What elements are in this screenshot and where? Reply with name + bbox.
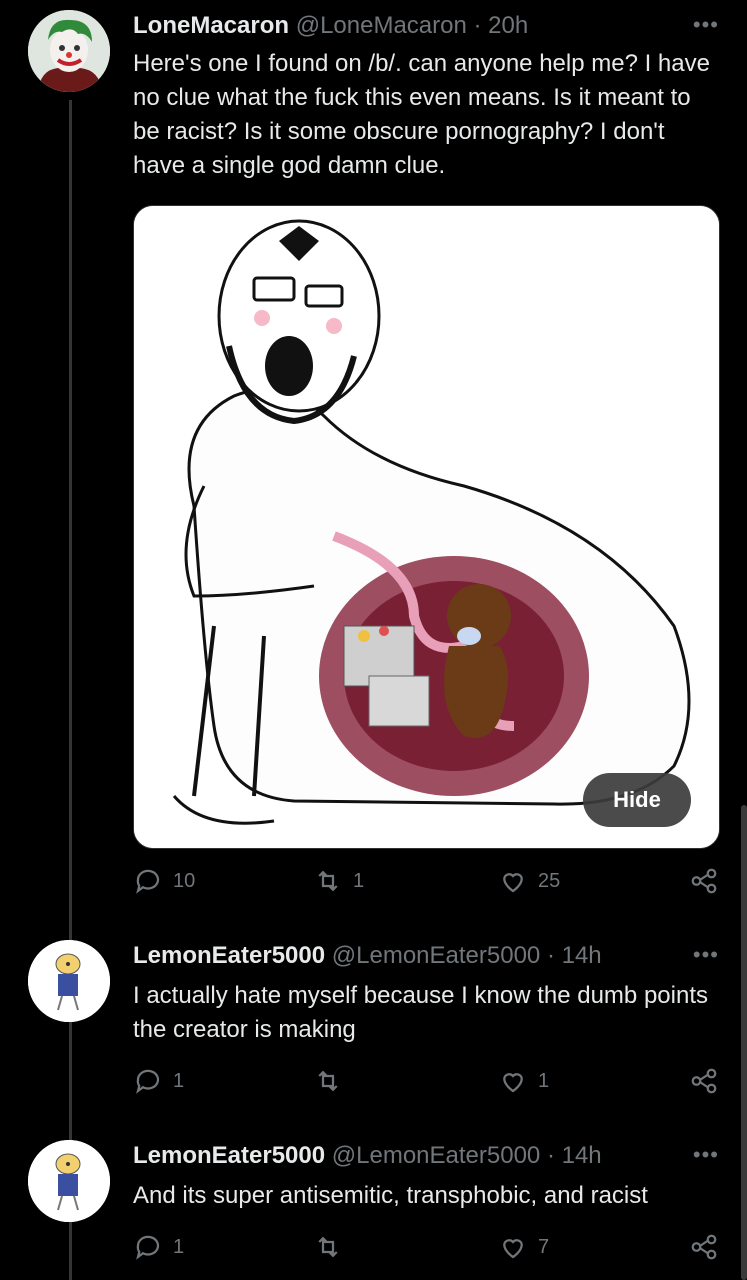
reply-icon xyxy=(136,1235,160,1260)
avatar[interactable] xyxy=(28,1140,110,1222)
tweet-text: And its super antisemitic, transphobic, … xyxy=(133,1182,648,1209)
doodle-avatar-image xyxy=(28,940,110,1022)
thread-line xyxy=(69,100,72,940)
retweet-button[interactable] xyxy=(313,1232,353,1262)
reply-icon xyxy=(136,869,160,894)
retweet-button[interactable]: 1 xyxy=(313,866,364,896)
heart-icon xyxy=(503,1073,523,1093)
reply-count: 1 xyxy=(173,1235,185,1258)
tweet-actions: 1 7 xyxy=(133,1232,723,1268)
reply-count: 10 xyxy=(173,869,196,892)
handle[interactable]: @LemonEater5000 xyxy=(332,942,541,969)
avatar[interactable] xyxy=(28,10,110,92)
tweet-media[interactable]: Hide xyxy=(133,205,720,849)
like-button[interactable]: 1 xyxy=(498,1066,549,1096)
reply-icon xyxy=(136,1069,160,1094)
display-name[interactable]: LemonEater5000 xyxy=(133,942,325,969)
share-button[interactable] xyxy=(689,866,719,896)
retweet-button[interactable] xyxy=(313,1066,353,1096)
doodle-avatar-image xyxy=(28,1140,110,1222)
handle[interactable]: @LemonEater5000 xyxy=(332,1142,541,1169)
thread-line xyxy=(69,1022,72,1142)
reply-button[interactable]: 1 xyxy=(133,1232,184,1262)
hide-button[interactable]: Hide xyxy=(583,773,691,827)
retweet-icon xyxy=(318,1236,338,1258)
like-button[interactable]: 25 xyxy=(498,866,560,896)
like-count: 1 xyxy=(538,1069,550,1092)
thread-line xyxy=(69,1222,72,1280)
display-name[interactable]: LemonEater5000 xyxy=(133,1142,325,1169)
share-button[interactable] xyxy=(689,1232,719,1262)
reply-button[interactable]: 1 xyxy=(133,1066,184,1096)
tweet-text: I actually hate myself because I know th… xyxy=(133,982,708,1043)
reply-button[interactable]: 10 xyxy=(133,866,195,896)
tweet-header: LemonEater5000 @LemonEater5000 · 14h xyxy=(133,1142,602,1170)
share-icon xyxy=(691,1234,717,1260)
tweet-actions: 1 1 xyxy=(133,1066,723,1102)
more-icon[interactable]: ••• xyxy=(693,942,719,968)
scrollbar[interactable] xyxy=(741,805,747,1280)
reply-count: 1 xyxy=(173,1069,185,1092)
tweet-header: LoneMacaron @LoneMacaron · 20h xyxy=(133,12,528,40)
tweet-actions: 10 1 25 xyxy=(133,866,723,902)
more-icon[interactable]: ••• xyxy=(693,12,719,38)
avatar[interactable] xyxy=(28,940,110,1022)
timestamp[interactable]: · 14h xyxy=(547,1142,602,1169)
heart-icon xyxy=(503,1239,523,1259)
tweet-text: Here's one I found on /b/. can anyone he… xyxy=(133,50,710,179)
meme-illustration xyxy=(134,206,719,848)
heart-icon xyxy=(503,873,523,893)
share-icon xyxy=(691,1068,717,1094)
retweet-icon xyxy=(318,870,338,892)
timestamp[interactable]: · 20h xyxy=(474,12,529,39)
display-name[interactable]: LoneMacaron xyxy=(133,12,289,39)
tweet-header: LemonEater5000 @LemonEater5000 · 14h xyxy=(133,942,602,970)
like-button[interactable]: 7 xyxy=(498,1232,549,1262)
like-count: 7 xyxy=(538,1235,550,1258)
retweet-icon xyxy=(318,1070,338,1092)
share-button[interactable] xyxy=(689,1066,719,1096)
like-count: 25 xyxy=(538,869,561,892)
joker-avatar-image xyxy=(28,10,110,92)
handle[interactable]: @LoneMacaron xyxy=(296,12,467,39)
timestamp[interactable]: · 14h xyxy=(547,942,602,969)
retweet-count: 1 xyxy=(353,869,365,892)
more-icon[interactable]: ••• xyxy=(693,1142,719,1168)
share-icon xyxy=(691,868,717,894)
